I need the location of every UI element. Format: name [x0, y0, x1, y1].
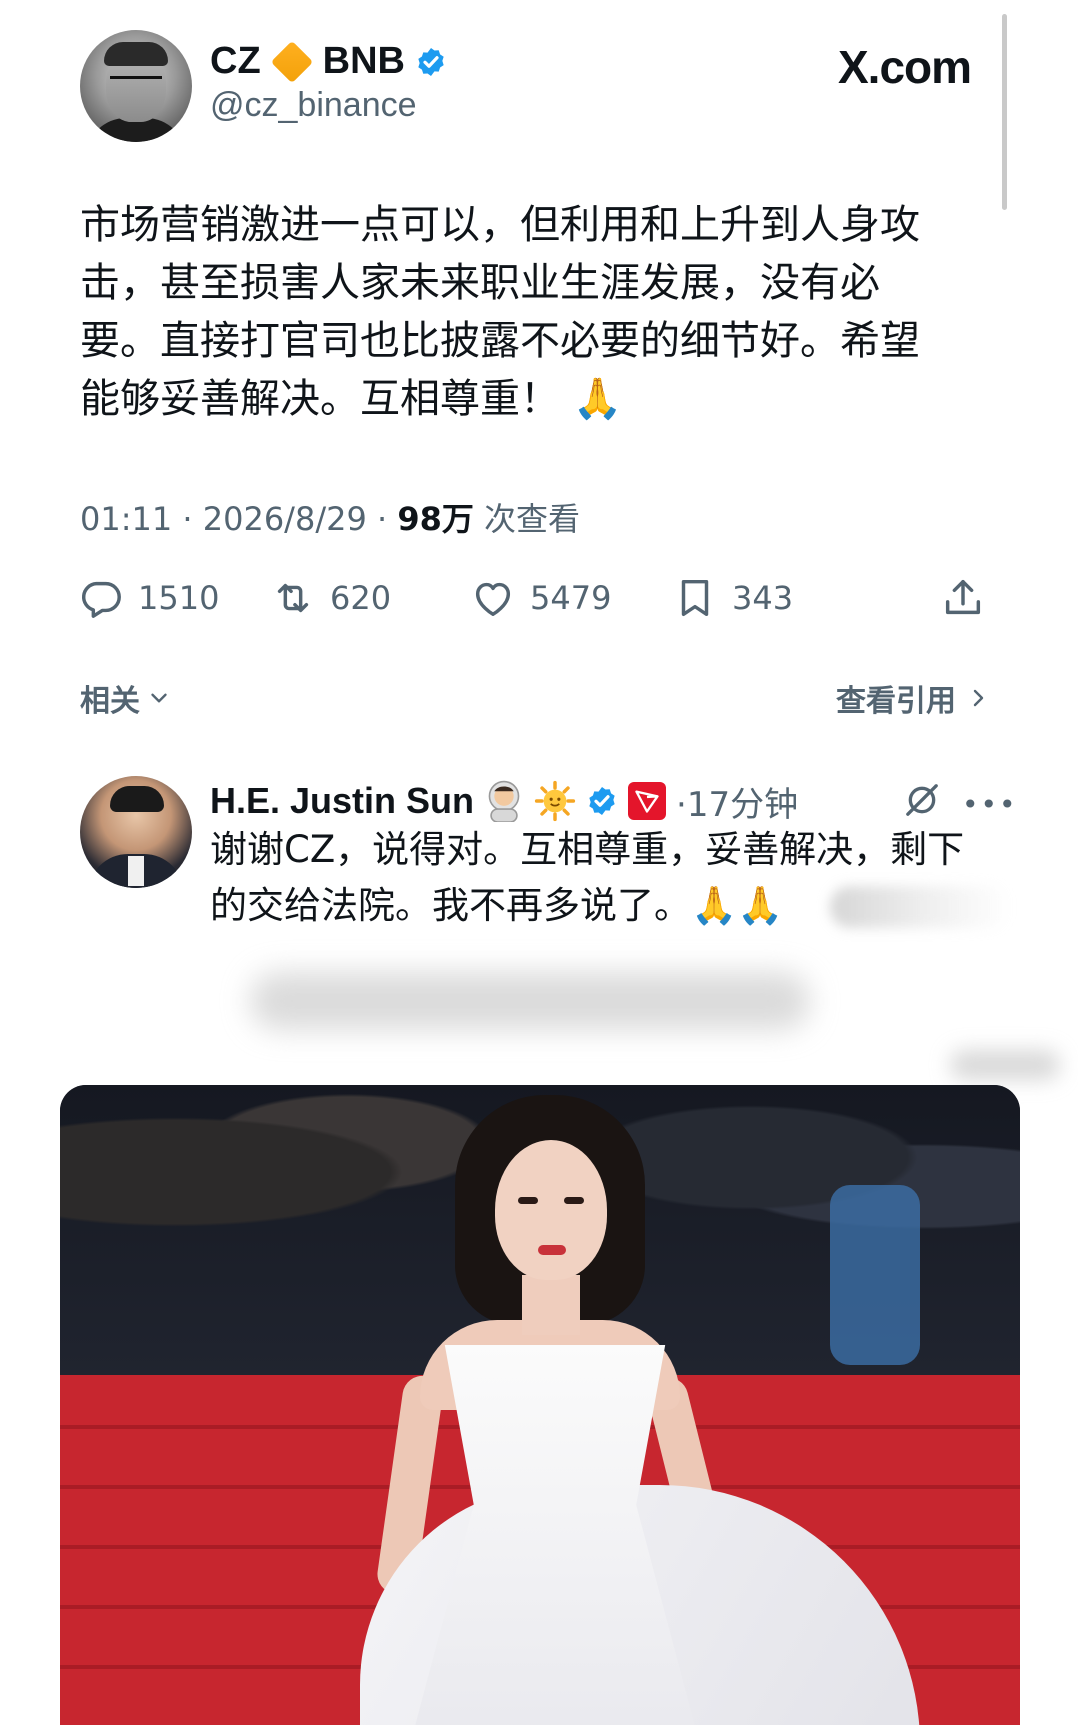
action-bar: 1510 620 5479 343	[78, 570, 988, 626]
related-label: 相关	[80, 684, 140, 719]
reply-header: H.E. Justin Sun ·17分钟	[210, 776, 798, 826]
like-count: 5479	[530, 579, 612, 617]
author-display-name[interactable]: CZ	[210, 40, 261, 83]
verified-badge-icon	[589, 787, 615, 815]
tweet-line-text: 能够妥善解决。互相尊重！	[80, 376, 560, 422]
astronaut-icon	[488, 780, 520, 822]
tweet-text: 市场营销激进一点可以，但利用和上升到人身攻 击，甚至损害人家未来职业生涯发展，没…	[80, 196, 980, 428]
tweet-line: 市场营销激进一点可以，但利用和上升到人身攻	[80, 202, 920, 248]
scrollbar[interactable]	[1002, 14, 1007, 210]
bookmark-count: 343	[732, 579, 794, 617]
related-toggle[interactable]: 相关	[80, 676, 172, 720]
reply-count: 1510	[138, 579, 220, 617]
reply-display-name[interactable]: H.E. Justin Sun	[210, 780, 474, 822]
tweet-time[interactable]: 01:11	[80, 500, 172, 538]
reply-icon	[81, 581, 121, 618]
views-label: 次查看	[484, 500, 581, 538]
pray-emoji: 🙏	[572, 376, 623, 422]
repost-button[interactable]: 620	[270, 570, 391, 626]
share-button[interactable]	[940, 570, 986, 626]
meta-separator: ·	[172, 500, 203, 538]
quotes-label: 查看引用	[836, 684, 956, 719]
view-quotes-link[interactable]: 查看引用	[836, 676, 990, 720]
blurred-text	[950, 1050, 1060, 1080]
blurred-text	[250, 972, 810, 1030]
pray-emoji: 🙏🙏	[691, 884, 784, 927]
bnb-diamond-icon	[270, 40, 313, 83]
reply-button[interactable]: 1510	[78, 570, 219, 626]
tweet-line: 要。直接打官司也比披露不必要的细节好。希望	[80, 318, 920, 364]
verified-badge-icon	[418, 47, 444, 76]
meta-separator: ·	[366, 500, 398, 538]
avatar-justin-sun[interactable]	[80, 776, 192, 888]
site-label: X.com	[838, 41, 972, 93]
chevron-right-icon	[973, 689, 984, 707]
sun-icon	[534, 780, 576, 822]
author-name-suffix[interactable]: BNB	[323, 40, 405, 83]
tweet-line: 击，甚至损害人家未来职业生涯发展，没有必	[80, 260, 880, 306]
reply-line: 谢谢CZ，说得对。互相尊重，妥善解决，剩下	[210, 828, 965, 871]
tweet-line: 能够妥善解决。互相尊重！ 🙏	[80, 370, 980, 428]
avatar-cz[interactable]	[80, 30, 192, 142]
attached-photo[interactable]	[60, 1085, 1020, 1725]
bookmark-icon	[681, 579, 709, 617]
tron-icon	[628, 782, 667, 820]
author-name-row[interactable]: CZ BNB	[210, 40, 447, 83]
meta-space	[474, 500, 484, 538]
repost-icon	[277, 583, 309, 613]
views-count: 98万	[397, 500, 474, 538]
reply-line-text: 的交给法院。我不再多说了。	[210, 884, 691, 927]
author-handle[interactable]: @cz_binance	[210, 86, 417, 125]
bookmark-button[interactable]: 343	[672, 570, 793, 626]
reply-time-text: 17分钟	[686, 784, 799, 825]
share-icon	[945, 579, 981, 615]
like-button[interactable]: 5479	[470, 570, 611, 626]
more-icon[interactable]: •••	[962, 788, 1018, 821]
reply-time[interactable]: ·17分钟	[676, 777, 798, 826]
chevron-down-icon	[151, 693, 167, 703]
blurred-text	[830, 886, 1010, 928]
tweet-date[interactable]: 2026/8/29	[203, 500, 367, 538]
tweet-meta: 01:11 · 2026/8/29 · 98万 次查看	[80, 494, 580, 540]
repost-count: 620	[330, 579, 392, 617]
like-icon	[475, 582, 511, 617]
grok-icon[interactable]	[902, 780, 942, 820]
